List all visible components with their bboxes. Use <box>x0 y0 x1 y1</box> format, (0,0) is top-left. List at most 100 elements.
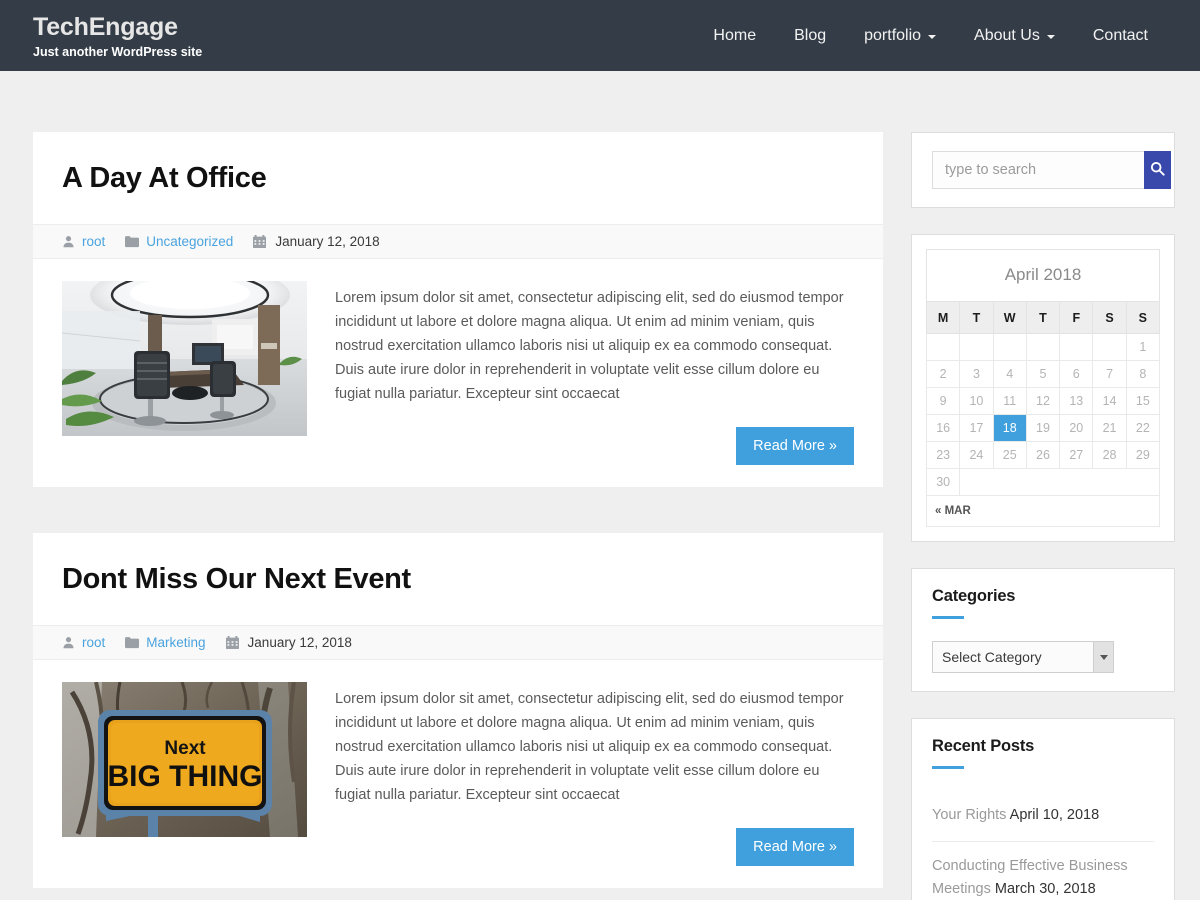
widget-title-recent-posts: Recent Posts <box>932 737 1154 756</box>
read-more-button[interactable]: Read More » <box>736 828 854 866</box>
calendar-day: 5 <box>1026 361 1059 388</box>
calendar-day: 25 <box>993 442 1026 469</box>
calendar-day: 30 <box>927 469 960 496</box>
calendar-day: 8 <box>1126 361 1159 388</box>
recent-post-date: April 10, 2018 <box>1010 807 1099 823</box>
calendar-day: 10 <box>960 388 993 415</box>
calendar-day: 20 <box>1060 415 1093 442</box>
post-author-link[interactable]: root <box>82 635 105 650</box>
chevron-down-icon <box>1093 642 1113 672</box>
calendar-day: 15 <box>1126 388 1159 415</box>
category-select-label: Select Category <box>933 649 1042 665</box>
calendar-day: 22 <box>1126 415 1159 442</box>
calendar-weekday-row: M T W T F S S <box>927 302 1160 334</box>
calendar-day: 3 <box>960 361 993 388</box>
calendar-day: 17 <box>960 415 993 442</box>
nav-item-portfolio[interactable]: portfolio <box>845 17 955 55</box>
post-thumbnail[interactable] <box>62 281 307 436</box>
calendar-day: 28 <box>1093 442 1126 469</box>
category-select[interactable]: Select Category <box>932 641 1114 673</box>
svg-text:BIG THING: BIG THING <box>108 760 263 793</box>
nav-label: About Us <box>974 27 1040 45</box>
search-form <box>932 151 1154 189</box>
calendar-day <box>927 334 960 361</box>
search-icon <box>1150 161 1165 179</box>
post-body: Next BIG THING Lorem ipsum dolor sit ame… <box>33 660 883 888</box>
calendar-week: 30 <box>927 469 1160 496</box>
calendar-nav-cell: « MAR <box>927 496 1160 527</box>
calendar-day <box>993 334 1026 361</box>
recent-posts-widget: Recent Posts Your Rights April 10, 2018 … <box>911 718 1175 900</box>
post-excerpt: Lorem ipsum dolor sit amet, consectetur … <box>335 687 854 807</box>
read-more-wrap: Read More » <box>335 427 854 465</box>
nav-item-home[interactable]: Home <box>694 17 775 55</box>
calendar-week: 23 24 25 26 27 28 29 <box>927 442 1160 469</box>
recent-post-item: Conducting Effective Business Meetings M… <box>932 842 1154 900</box>
calendar-weekday: T <box>1026 302 1059 334</box>
calendar-day: 12 <box>1026 388 1059 415</box>
post-title[interactable]: A Day At Office <box>33 132 883 224</box>
post-date: January 12, 2018 <box>275 234 379 249</box>
post-category-link[interactable]: Uncategorized <box>146 234 233 249</box>
categories-widget: Categories Select Category <box>911 568 1175 692</box>
post-text: Lorem ipsum dolor sit amet, consectetur … <box>335 682 854 866</box>
calendar-prev-month-link[interactable]: « MAR <box>935 505 971 517</box>
calendar-day: 6 <box>1060 361 1093 388</box>
search-button[interactable] <box>1144 151 1171 189</box>
calendar-day <box>1026 334 1059 361</box>
title-accent-rule <box>932 766 964 769</box>
sidebar: April 2018 M T W T F S S <box>911 132 1175 900</box>
site-title[interactable]: TechEngage <box>33 15 202 40</box>
calendar-table: April 2018 M T W T F S S <box>926 249 1160 527</box>
search-widget <box>911 132 1175 208</box>
calendar-day: 24 <box>960 442 993 469</box>
calendar-day: 19 <box>1026 415 1059 442</box>
post-thumbnail[interactable]: Next BIG THING <box>62 682 307 837</box>
nav-label: Contact <box>1093 27 1148 45</box>
nav-label: Blog <box>794 27 826 45</box>
calendar-day: 1 <box>1126 334 1159 361</box>
calendar-day <box>1093 334 1126 361</box>
calendar-day: 21 <box>1093 415 1126 442</box>
site-tagline: Just another WordPress site <box>33 46 202 59</box>
calendar-day <box>960 334 993 361</box>
calendar-weekday: M <box>927 302 960 334</box>
nav-label: Home <box>713 27 756 45</box>
read-more-wrap: Read More » <box>335 828 854 866</box>
main-navigation: Home Blog portfolio About Us Contact <box>694 17 1167 55</box>
post-excerpt: Lorem ipsum dolor sit amet, consectetur … <box>335 286 854 406</box>
nav-item-contact[interactable]: Contact <box>1074 17 1167 55</box>
calendar-widget: April 2018 M T W T F S S <box>911 234 1175 542</box>
calendar-day <box>1060 334 1093 361</box>
post-text: Lorem ipsum dolor sit amet, consectetur … <box>335 281 854 465</box>
post-title[interactable]: Dont Miss Our Next Event <box>33 533 883 625</box>
calendar-day: 7 <box>1093 361 1126 388</box>
calendar-day-today[interactable]: 18 <box>993 415 1026 442</box>
calendar-icon <box>226 636 239 649</box>
post-author-link[interactable]: root <box>82 234 105 249</box>
nav-item-blog[interactable]: Blog <box>775 17 845 55</box>
calendar-day: 23 <box>927 442 960 469</box>
calendar-nav-row: « MAR <box>927 496 1160 527</box>
calendar-day: 16 <box>927 415 960 442</box>
calendar-day: 13 <box>1060 388 1093 415</box>
calendar-day: 26 <box>1026 442 1059 469</box>
folder-icon <box>125 235 139 248</box>
search-input[interactable] <box>932 151 1144 189</box>
calendar-week: 16 17 18 19 20 21 22 <box>927 415 1160 442</box>
post-category-link[interactable]: Marketing <box>146 635 205 650</box>
calendar-weekday: S <box>1126 302 1159 334</box>
calendar-icon <box>253 235 266 248</box>
nav-item-about-us[interactable]: About Us <box>955 17 1074 55</box>
calendar-day-empty <box>960 469 1160 496</box>
calendar-caption: April 2018 <box>926 249 1160 301</box>
calendar-day: 29 <box>1126 442 1159 469</box>
calendar-day: 9 <box>927 388 960 415</box>
post-body: Lorem ipsum dolor sit amet, consectetur … <box>33 259 883 487</box>
calendar-day: 14 <box>1093 388 1126 415</box>
post-card: Dont Miss Our Next Event root Marketing … <box>33 533 883 888</box>
user-icon <box>62 636 75 649</box>
recent-post-link[interactable]: Your Rights <box>932 807 1006 823</box>
read-more-button[interactable]: Read More » <box>736 427 854 465</box>
site-branding[interactable]: TechEngage Just another WordPress site <box>33 13 202 59</box>
